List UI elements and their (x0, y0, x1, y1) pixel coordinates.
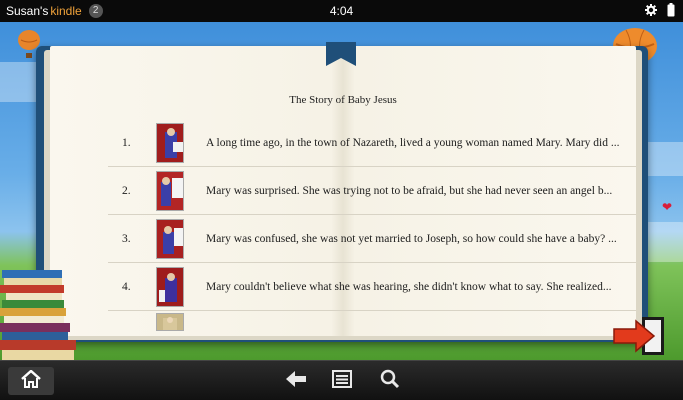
back-arrow-icon (286, 370, 306, 392)
gear-icon[interactable] (645, 4, 657, 19)
chapter-thumbnail (156, 218, 184, 259)
book-pile-decoration (0, 270, 80, 360)
search-button[interactable] (378, 369, 402, 393)
chapter-thumbnail (156, 313, 184, 331)
chapter-text: A long time ago, in the town of Nazareth… (206, 136, 620, 149)
chapter-thumbnail (156, 122, 184, 163)
chapter-text: Mary was surprised. She was trying not t… (206, 184, 613, 197)
chapter-number: 2. (122, 184, 131, 197)
book-title: The Story of Baby Jesus (289, 94, 397, 106)
chapter-row-3[interactable]: 3. Mary was confused, she was not yet ma… (108, 215, 636, 263)
book-pages: The Story of Baby Jesus 1. A long time a… (50, 46, 636, 336)
status-icons (645, 3, 675, 20)
brand-owner: Susan's (6, 4, 49, 18)
status-bar: Susan's kindle 2 4:04 (0, 0, 683, 22)
brand-product: kindle (50, 4, 82, 18)
heart-icon: ❤ (662, 200, 673, 214)
chapter-text: Mary couldn't believe what she was heari… (206, 280, 612, 293)
background-scene: ❤ The Story of Baby Jesus 1. A long time… (0, 22, 683, 360)
menu-icon (332, 369, 352, 393)
search-icon (380, 369, 400, 394)
notification-badge[interactable]: 2 (88, 4, 103, 18)
chapter-thumbnail (156, 266, 184, 307)
chapter-row-2[interactable]: 2. Mary was surprised. She was trying no… (108, 167, 636, 215)
home-button[interactable] (8, 367, 54, 395)
chapter-thumbnail (156, 170, 184, 211)
chapter-text: Mary was confused, she was not yet marri… (206, 232, 617, 245)
chapter-row-1[interactable]: 1. A long time ago, in the town of Nazar… (108, 119, 636, 167)
back-button[interactable] (284, 369, 308, 393)
menu-button[interactable] (330, 369, 354, 393)
bookmark-ribbon (326, 42, 356, 66)
chapter-row-5[interactable] (108, 311, 636, 331)
chapter-number: 3. (122, 232, 131, 245)
next-page-button[interactable] (612, 317, 668, 357)
kindle-brand[interactable]: Susan's kindle 2 (6, 4, 103, 18)
nav-bar (0, 360, 683, 400)
chapter-row-4[interactable]: 4. Mary couldn't believe what she was he… (108, 263, 636, 311)
chapter-number: 4. (122, 280, 131, 293)
battery-icon[interactable] (667, 3, 675, 20)
home-icon (20, 368, 42, 393)
chapter-number: 1. (122, 136, 131, 149)
chapter-list: 1. A long time ago, in the town of Nazar… (108, 119, 636, 331)
